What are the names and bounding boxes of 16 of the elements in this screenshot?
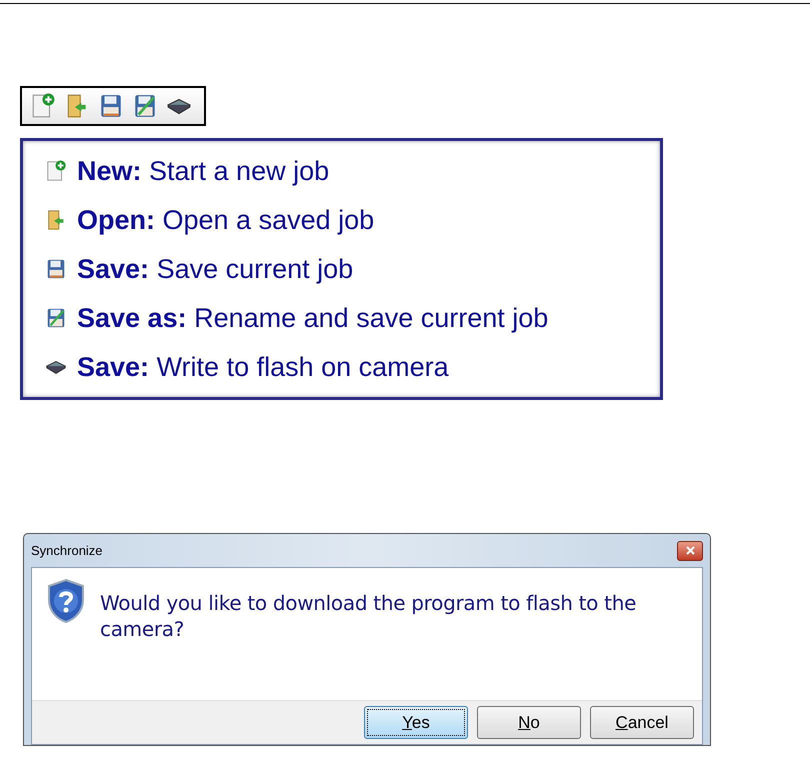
close-icon <box>686 546 694 555</box>
legend-text: Open: Open a saved job <box>77 204 374 237</box>
floppy-pen-icon <box>45 307 67 329</box>
dialog-button[interactable]: Yes <box>364 706 468 739</box>
legend-text: New: Start a new job <box>77 155 330 188</box>
dialog-button[interactable]: No <box>477 706 581 739</box>
legend-text: Save: Write to flash on camera <box>77 351 449 384</box>
dialog-button[interactable]: Cancel <box>590 706 694 739</box>
close-button[interactable] <box>677 540 703 560</box>
new-document-icon <box>30 93 56 119</box>
new-document-icon <box>45 160 67 182</box>
shield-question-icon <box>46 578 86 624</box>
dialog-message: Would you like to download the program to flash to the camera? <box>100 590 638 643</box>
legend-text: Save: Save current job <box>77 253 354 286</box>
legend-text: Save as: Rename and save current job <box>77 302 548 335</box>
window-title: Synchronize <box>31 542 103 560</box>
